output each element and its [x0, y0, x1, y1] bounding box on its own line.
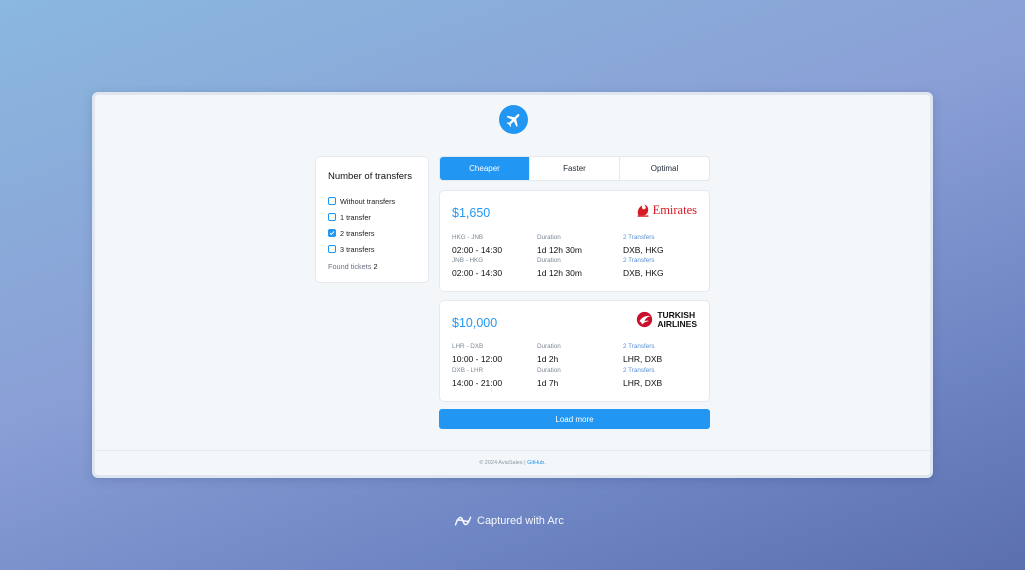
stops: DXB, HKG — [623, 268, 664, 278]
emirates-emblem-icon — [637, 204, 648, 217]
flight-segment: DXB - LHR 14:00 - 21:00 Duration 1d 7h 2 T… — [452, 367, 699, 388]
emirates-logo-icon: Emirates — [634, 201, 697, 219]
duration-label: Duration — [537, 367, 561, 374]
filter-option-label: Without transfers — [340, 196, 396, 206]
filter-option-label: 2 transfers — [340, 228, 375, 238]
times: 02:00 - 14:30 — [452, 245, 503, 255]
duration: 1d 7h — [537, 378, 559, 388]
filter-option-without-transfers[interactable]: Without transfers — [328, 193, 416, 209]
checkbox[interactable] — [328, 197, 336, 205]
ticket-price: $1,650 — [452, 206, 491, 220]
filter-option-label: 3 transfers — [340, 244, 375, 254]
flight-segment: LHR - DXB 10:00 - 12:00 Duration 1d 2h 2 T… — [452, 343, 699, 364]
stops: DXB, HKG — [623, 245, 664, 255]
route: DXB - LHR — [452, 367, 484, 374]
transfers-filter-panel: Number of transfers Without transfers 1 … — [315, 156, 429, 283]
filter-option-2-transfers[interactable]: 2 transfers — [328, 225, 416, 241]
app-window: Number of transfers Without transfers 1 … — [92, 92, 933, 478]
github-link[interactable]: GitHub. — [527, 460, 546, 466]
stops: LHR, DXB — [623, 354, 663, 364]
found-count: 2 — [373, 262, 378, 271]
duration-label: Duration — [537, 343, 561, 350]
sort-tabs: Cheaper Faster Optimal — [439, 156, 710, 181]
transfers-label: 2 Transfers — [623, 234, 655, 241]
check-icon — [329, 231, 335, 236]
ticket-price: $10,000 — [452, 316, 498, 330]
tab-optimal[interactable]: Optimal — [619, 157, 709, 180]
footer-text: © 2024 AviaSales | — [479, 460, 528, 466]
captured-with-arc: Captured with Arc — [454, 514, 564, 528]
found-label: Found tickets — [328, 262, 372, 271]
times: 10:00 - 12:00 — [452, 354, 503, 364]
airplane-logo-icon — [499, 105, 528, 134]
ticket-card[interactable]: $1,650 Emirates HKG - JNB 02:00 - 14:30 D… — [439, 190, 710, 292]
tab-cheaper[interactable]: Cheaper — [440, 157, 529, 180]
filter-option-3-transfers[interactable]: 3 transfers — [328, 241, 416, 257]
flight-segment: HKG - JNB 02:00 - 14:30 Duration 1d 12h 30… — [452, 234, 699, 255]
duration-label: Duration — [537, 257, 561, 264]
ticket-card[interactable]: $10,000 TURKISH AIRLINES LHR - DXB 10:00 … — [439, 300, 710, 402]
stops: LHR, DXB — [623, 378, 663, 388]
capture-label: Captured with Arc — [477, 515, 564, 527]
checkbox-checked[interactable] — [328, 229, 336, 237]
airline-name-line2: AIRLINES — [657, 318, 697, 329]
route: LHR - DXB — [452, 343, 484, 350]
filter-title: Number of transfers — [328, 171, 412, 182]
checkbox[interactable] — [328, 213, 336, 221]
footer: © 2024 AviaSales | GitHub. — [95, 460, 930, 466]
duration: 1d 2h — [537, 354, 559, 364]
filter-option-label: 1 transfer — [340, 212, 371, 222]
turkish-airlines-bird-icon — [637, 311, 653, 328]
airline-name: Emirates — [652, 202, 697, 217]
footer-divider — [95, 450, 930, 451]
transfers-label: 2 Transfers — [623, 367, 655, 374]
flight-segment: JNB - HKG 02:00 - 14:30 Duration 1d 12h 30… — [452, 257, 699, 278]
checkbox[interactable] — [328, 245, 336, 253]
times: 14:00 - 21:00 — [452, 378, 503, 388]
times: 02:00 - 14:30 — [452, 268, 503, 278]
load-more-button[interactable]: Load more — [439, 409, 710, 429]
duration-label: Duration — [537, 234, 561, 241]
turkish-airlines-logo-icon: TURKISH AIRLINES — [636, 311, 697, 328]
transfers-label: 2 Transfers — [623, 257, 655, 264]
found-tickets: Found tickets 2 — [328, 262, 416, 271]
transfers-label: 2 Transfers — [623, 343, 655, 350]
duration: 1d 12h 30m — [537, 268, 582, 278]
route: HKG - JNB — [452, 234, 484, 241]
duration: 1d 12h 30m — [537, 245, 582, 255]
arc-logo-icon — [454, 516, 472, 526]
route: JNB - HKG — [452, 257, 484, 264]
filter-option-1-transfer[interactable]: 1 transfer — [328, 209, 416, 225]
tab-faster[interactable]: Faster — [529, 157, 619, 180]
